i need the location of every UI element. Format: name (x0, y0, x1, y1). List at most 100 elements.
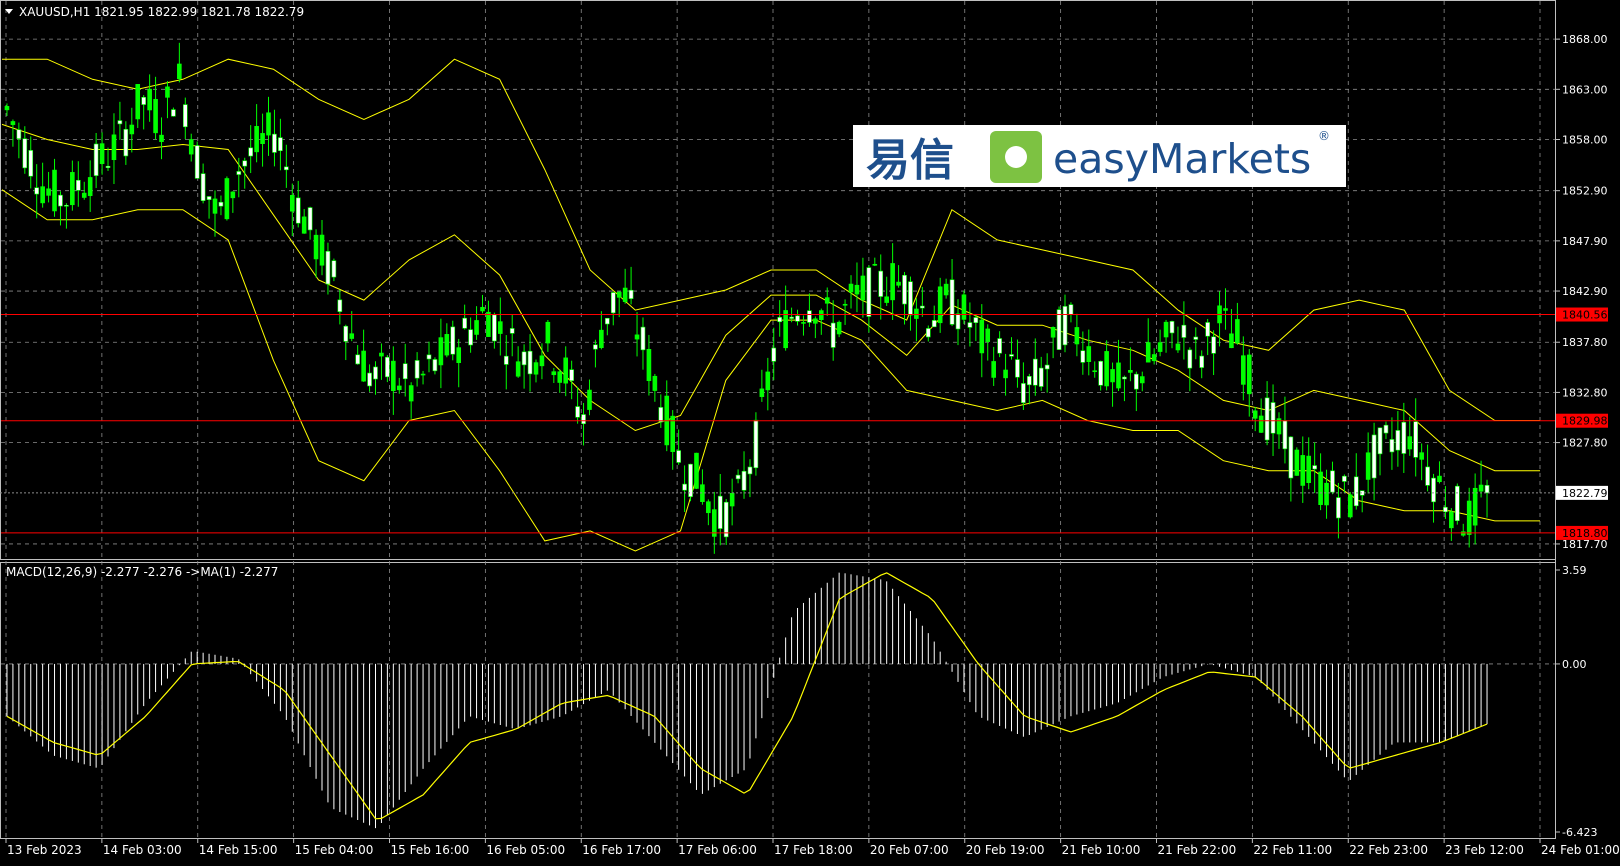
candle-body (616, 291, 622, 298)
candle-body (1443, 506, 1448, 513)
candle-body (498, 321, 503, 334)
candle-body (278, 137, 283, 152)
candle-body (1211, 336, 1216, 354)
candle-body (599, 329, 604, 349)
candle-body (1472, 487, 1478, 526)
candle-body (1181, 324, 1187, 338)
candle-body (141, 96, 146, 105)
candle-body (765, 371, 771, 391)
candle-body (925, 328, 931, 338)
candle-body (58, 194, 63, 207)
candle-body (52, 169, 57, 212)
time-tick-label: 16 Feb 17:00 (582, 843, 661, 857)
candle-body (1336, 497, 1341, 519)
candle-body (28, 150, 34, 177)
candle-body (1431, 477, 1436, 503)
candle-body (1134, 373, 1139, 390)
price-tick-label: 1827.80 (1562, 437, 1608, 450)
candle-body (914, 308, 919, 319)
candle-body (1241, 355, 1246, 385)
price-tick-label: 1842.90 (1562, 285, 1608, 298)
candle-body (1092, 370, 1098, 373)
candle-body (188, 139, 194, 155)
candle-body (1116, 362, 1121, 389)
candle-body (295, 197, 301, 224)
candle-body (1110, 369, 1115, 383)
level-label: 1829.98 (1562, 415, 1608, 428)
candle-body (777, 317, 782, 323)
candle-body (1377, 427, 1383, 455)
candle-body (1300, 455, 1306, 486)
candle-body (640, 326, 646, 351)
candle-body (1027, 376, 1032, 386)
candle-body (438, 337, 444, 366)
candle-body (949, 279, 955, 325)
candle-body (361, 350, 366, 382)
candle-body (545, 321, 551, 344)
candle-body (515, 361, 521, 377)
candle-body (569, 369, 574, 381)
macd-header-text: MACD(12,26,9) -2.277 -2.276 ->MA(1) -2.2… (6, 565, 278, 579)
candle-body (1128, 369, 1133, 373)
candle-body (272, 133, 277, 153)
candle-body (503, 355, 509, 365)
candle-body (1353, 476, 1359, 507)
candle-body (379, 352, 384, 357)
candle-body (872, 263, 878, 266)
candle-body (1003, 369, 1008, 379)
candle-body (937, 286, 943, 324)
price-axis[interactable]: 1868.00 1863.00 1858.00 1852.90 1847.90 1842.… (1555, 33, 1608, 551)
candle-body (1139, 376, 1145, 384)
candle-body (587, 389, 592, 410)
candle-body (402, 363, 408, 380)
candle-body (842, 303, 848, 306)
candle-body (563, 357, 569, 384)
candle-body (10, 121, 16, 125)
candle-body (1050, 327, 1056, 338)
candle-body (747, 466, 753, 475)
candle-body (1175, 343, 1181, 351)
candle-body (474, 320, 479, 335)
symbol-header-text: XAUUSD,H1 1821.95 1822.99 1821.78 1822.7… (19, 5, 304, 19)
candle-body (717, 495, 723, 529)
candle-body (218, 201, 224, 207)
candle-body (646, 349, 652, 382)
candle-body (967, 322, 973, 328)
candle-body (99, 143, 105, 164)
candle-body (807, 310, 812, 323)
bollinger-lower (1, 189, 1540, 552)
candle-body (129, 124, 135, 135)
macd-tick-label: 3.59 (1562, 564, 1587, 577)
candle-body (1348, 494, 1353, 518)
candle-body (1074, 327, 1080, 345)
candle-body (682, 483, 687, 491)
candle-body (622, 287, 628, 302)
candle-body (509, 328, 515, 334)
time-axis[interactable]: 13 Feb 2023 14 Feb 03:00 14 Feb 15:00 15 Fe… (5, 838, 1620, 857)
time-tick-label: 21 Feb 10:00 (1062, 843, 1141, 857)
candle-body (1193, 336, 1199, 340)
candles (4, 42, 1490, 554)
logo-circle-icon (1005, 146, 1027, 168)
candle-body (396, 385, 402, 391)
price-tick-label: 1858.00 (1562, 133, 1608, 146)
candle-body (135, 84, 141, 120)
symbol-header[interactable]: XAUUSD,H1 1821.95 1822.99 1821.78 1822.7… (5, 5, 304, 19)
macd-axis[interactable]: 3.59 0.00 -6.423 (1555, 564, 1597, 839)
candle-body (1455, 485, 1460, 521)
candle-body (1324, 482, 1329, 506)
trading-chart[interactable]: 1840.56 1829.98 1818.80 XAUUSD,H1 1821.95 … (0, 0, 1620, 862)
candle-body (450, 326, 456, 355)
candle-body (224, 178, 230, 220)
candle-body (759, 388, 765, 397)
time-tick-label: 17 Feb 18:00 (774, 843, 853, 857)
candle-body (521, 351, 527, 366)
candle-body (920, 305, 925, 309)
candle-body (1080, 350, 1086, 363)
candle-body (16, 129, 22, 139)
price-tick-label: 1832.80 (1562, 386, 1608, 399)
candle-body (848, 283, 854, 293)
candle-body (1478, 484, 1484, 492)
candle-body (890, 263, 895, 301)
candle-body (712, 509, 717, 537)
